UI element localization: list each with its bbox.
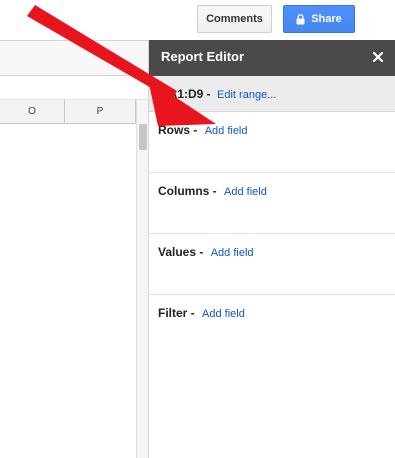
range-bar: 1!A1:D9 - Edit range... xyxy=(149,76,395,112)
filter-section: Filter - Add field xyxy=(149,295,395,356)
formula-bar[interactable] xyxy=(0,76,148,100)
close-icon[interactable] xyxy=(371,50,385,64)
filter-add-field-link[interactable]: Add field xyxy=(202,308,245,320)
share-button-label: Share xyxy=(311,13,342,25)
edit-range-link[interactable]: Edit range... xyxy=(217,89,276,101)
values-section: Values - Add field xyxy=(149,234,395,295)
column-headers: O P xyxy=(0,100,136,124)
vertical-scrollbar[interactable] xyxy=(136,100,148,458)
spreadsheet-area: O P xyxy=(0,40,148,458)
report-editor-title: Report Editor xyxy=(161,49,245,64)
rows-section: Rows - Add field xyxy=(149,112,395,173)
column-header-o[interactable]: O xyxy=(0,100,65,123)
top-toolbar: Comments Share xyxy=(0,0,395,40)
scrollbar-thumb[interactable] xyxy=(139,124,147,150)
comments-button-label: Comments xyxy=(206,13,263,25)
column-header-p[interactable]: P xyxy=(65,100,136,123)
columns-section: Columns - Add field xyxy=(149,173,395,234)
rows-label: Rows - xyxy=(158,123,198,137)
lock-icon xyxy=(296,13,305,25)
range-text: 1!A1:D9 - Edit range... xyxy=(158,87,276,101)
filter-label: Filter - xyxy=(158,306,195,320)
column-header-label: O xyxy=(28,106,36,117)
report-editor-panel: Report Editor 1!A1:D9 - Edit range... Ro… xyxy=(148,40,395,458)
rows-add-field-link[interactable]: Add field xyxy=(205,125,248,137)
share-button[interactable]: Share xyxy=(283,5,355,33)
sheet-toolbar xyxy=(0,40,148,76)
column-header-label: P xyxy=(96,106,104,117)
report-editor-header: Report Editor xyxy=(149,40,395,76)
values-add-field-link[interactable]: Add field xyxy=(211,247,254,259)
columns-label: Columns - xyxy=(158,184,217,198)
cell-grid[interactable] xyxy=(0,124,136,458)
comments-button[interactable]: Comments xyxy=(197,5,272,33)
columns-add-field-link[interactable]: Add field xyxy=(224,186,267,198)
values-label: Values - xyxy=(158,245,204,259)
range-reference: 1!A1:D9 - xyxy=(158,87,211,101)
